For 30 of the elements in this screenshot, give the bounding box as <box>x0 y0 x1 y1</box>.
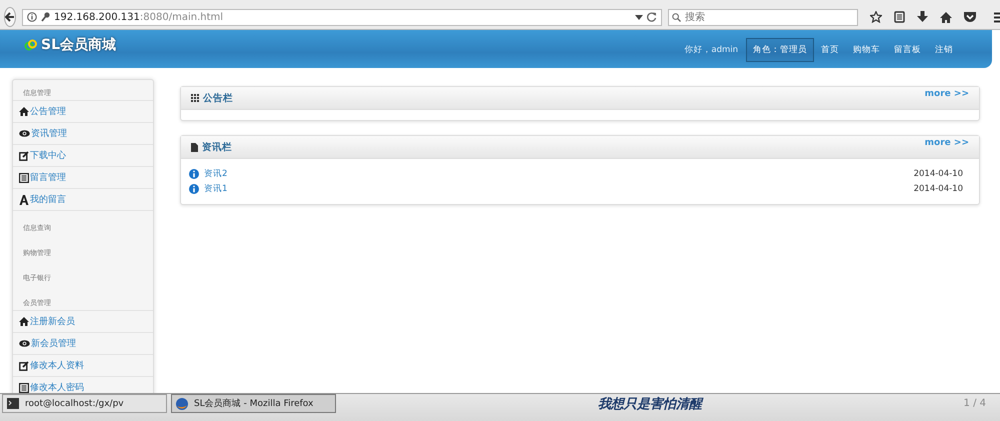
sidebar-item[interactable]: 注册新会员 <box>13 310 153 332</box>
sidebar-item[interactable]: 修改本人资料 <box>13 354 153 376</box>
news-date: 2014-04-10 <box>914 168 963 178</box>
workspace-indicator[interactable]: 1 / 4 <box>964 398 986 409</box>
search-field[interactable]: 搜索 <box>668 8 858 26</box>
news-link[interactable]: 资讯1 <box>204 182 228 194</box>
panel-title: 公告栏 <box>203 92 233 104</box>
nav-link[interactable]: 购物车 <box>846 38 887 62</box>
news-date: 2014-04-10 <box>914 184 963 194</box>
taskbar-item[interactable]: SL会员商城 - Mozilla Firefox <box>171 394 336 413</box>
more-link[interactable]: more >> <box>924 89 969 99</box>
sidebar-item[interactable]: 我的留言 <box>13 188 153 210</box>
sidebar-item[interactable]: 资讯管理 <box>13 122 153 144</box>
url-text: 192.168.200.131:8080/main.html <box>54 12 224 22</box>
nav-link[interactable]: 留言板 <box>887 38 928 62</box>
panel-title: 资讯栏 <box>202 140 232 154</box>
nav-link[interactable]: 角色：管理员 <box>746 38 814 62</box>
sidebar-item[interactable]: 留言管理 <box>13 166 153 188</box>
sidebar-item[interactable]: 下载中心 <box>13 144 153 166</box>
taskbar-item[interactable]: root@localhost:/gx/pv <box>2 394 167 413</box>
news-link[interactable]: 资讯2 <box>204 168 228 180</box>
sidebar-item[interactable]: 公告管理 <box>13 100 153 122</box>
more-link[interactable]: more >> <box>924 138 969 148</box>
address-bar[interactable]: 192.168.200.131:8080/main.html <box>22 8 662 26</box>
site-logo[interactable]: SL会员商城 <box>41 36 116 54</box>
nav-link[interactable]: 注销 <box>928 38 960 62</box>
desktop-text: 我想只是害怕清醒 <box>596 396 704 412</box>
greeting-text: 你好，admin <box>684 44 738 56</box>
nav-link[interactable]: 首页 <box>814 38 846 62</box>
sidebar-item[interactable]: 新会员管理 <box>13 332 153 354</box>
